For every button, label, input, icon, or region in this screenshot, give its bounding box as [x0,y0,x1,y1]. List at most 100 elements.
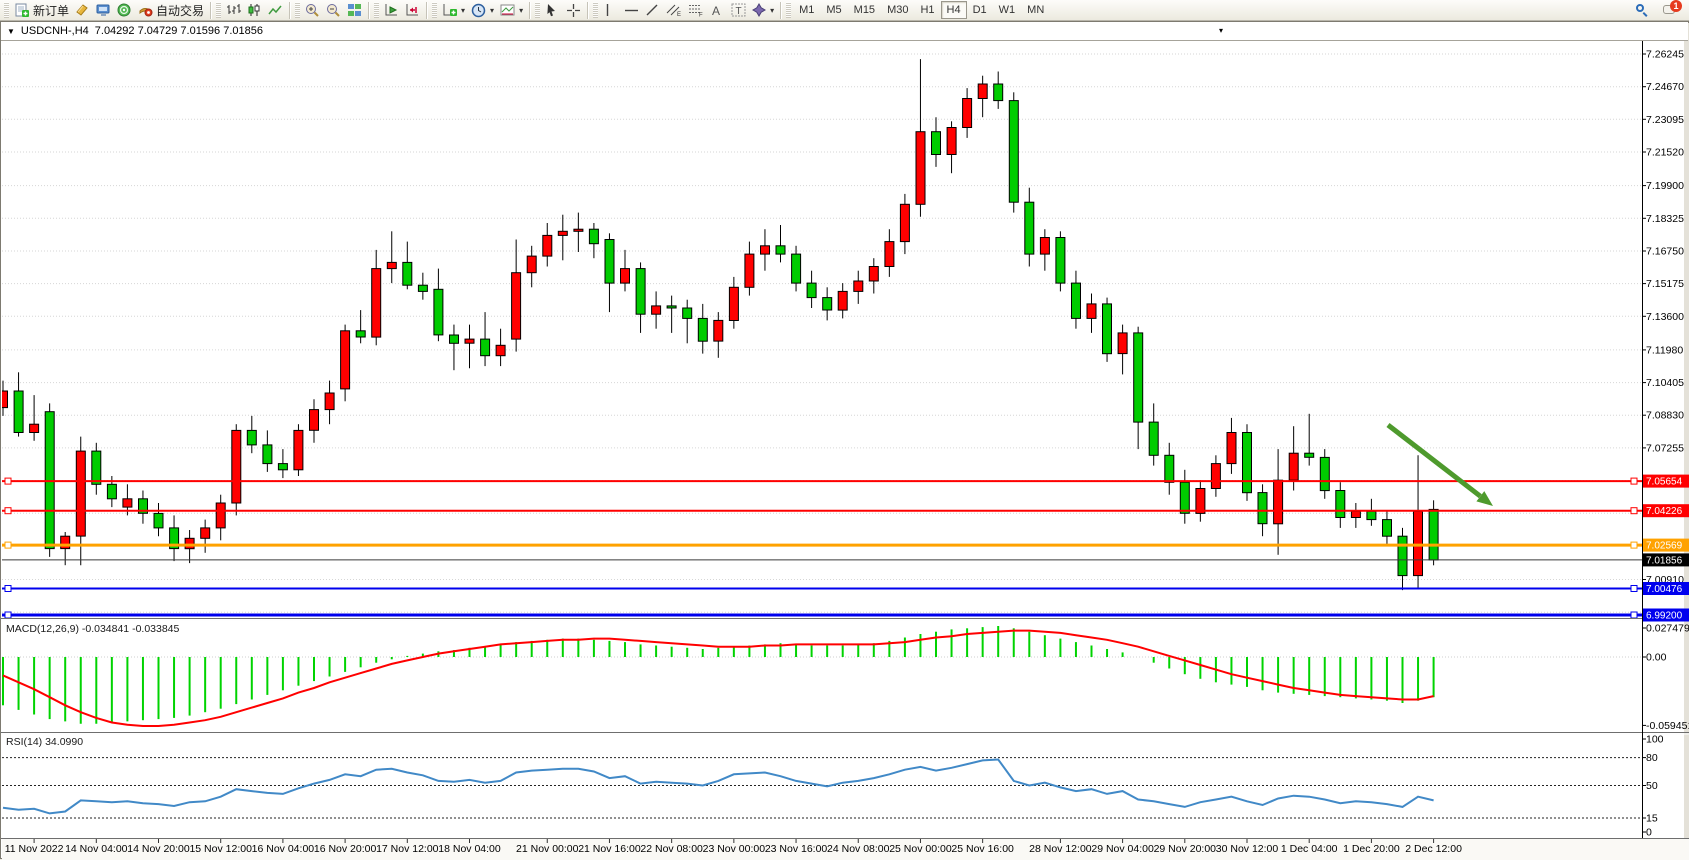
svg-text:18 Nov 04:00: 18 Nov 04:00 [438,843,501,855]
equidistant-channel-button[interactable]: E [663,1,685,20]
text-label-icon: T [731,3,746,17]
svg-text:7.02569: 7.02569 [1646,541,1683,552]
templates-icon [500,3,515,17]
price-chart-canvas[interactable]: 7.262457.246707.230957.215207.199007.183… [1,22,1689,860]
zoom-out-button[interactable] [323,1,344,20]
notifications-button[interactable]: 1 [1660,1,1681,20]
horizontal-line-button[interactable] [621,1,642,20]
svg-text:17 Nov 12:00: 17 Nov 12:00 [376,843,439,855]
trendline-button[interactable] [642,1,663,20]
price-badge-6.99200: 6.99200 [1643,609,1689,622]
svg-text:23 Nov 16:00: 23 Nov 16:00 [765,843,828,855]
price-badge-7.00476: 7.00476 [1643,582,1689,595]
svg-text:29 Nov 20:00: 29 Nov 20:00 [1154,843,1217,855]
chart-bars-button[interactable] [223,1,244,20]
arrows-icon [752,3,766,17]
svg-text:22 Nov 08:00: 22 Nov 08:00 [640,843,703,855]
toolbar-grip [432,2,437,18]
svg-text:7.11980: 7.11980 [1646,344,1683,356]
tile-windows-button[interactable] [344,1,365,20]
tile-windows-icon [347,3,362,17]
svg-text:29 Nov 04:00: 29 Nov 04:00 [1091,843,1154,855]
svg-text:15 Nov 12:00: 15 Nov 12:00 [189,843,252,855]
crosshair-button[interactable] [563,1,584,20]
price-badge-7.05654: 7.05654 [1643,475,1689,488]
svg-text:0.00: 0.00 [1646,652,1667,664]
svg-text:7.10405: 7.10405 [1646,377,1684,389]
timeframe-MN-button[interactable]: MN [1021,1,1050,19]
timeframe-H1-button[interactable]: H1 [914,1,940,19]
fibonacci-retracement-icon: F [688,3,704,17]
timeframe-M30-button[interactable]: M30 [881,1,914,19]
timeframe-W1-button[interactable]: W1 [993,1,1022,19]
vertical-line-button[interactable] [600,1,621,20]
auto-trading-icon [138,3,153,17]
svg-text:6.99200: 6.99200 [1646,611,1683,622]
svg-text:7.13600: 7.13600 [1646,311,1684,323]
svg-text:7.16750: 7.16750 [1646,246,1684,258]
dropdown-arrow-icon[interactable]: ▾ [461,6,465,15]
toolbar-grip [593,2,598,18]
rsi-indicator-label: RSI(14) 34.0990 [6,736,83,748]
svg-text:7.01856: 7.01856 [1646,555,1683,566]
main-toolbar: 新订单 自动交易 ▾ ▾ ▾ EFA T ▾ M1M5M15M30H1H4D1W1MN 1 [0,0,1689,21]
svg-text:24 Nov 08:00: 24 Nov 08:00 [827,843,890,855]
chart-candles-button[interactable] [244,1,265,20]
new-order-icon [14,3,30,18]
fibonacci-retracement-button[interactable]: F [685,1,707,20]
timeframe-D1-button[interactable]: D1 [967,1,993,19]
svg-text:0: 0 [1646,827,1652,839]
metaeditor-button[interactable] [93,1,114,20]
svg-text:7.18325: 7.18325 [1646,213,1684,225]
timeframe-M1-button[interactable]: M1 [793,1,820,19]
chart-line-button[interactable] [265,1,286,20]
arrows-button[interactable]: ▾ [749,1,777,20]
chart-window[interactable]: ▼ USDCNH-,H4 7.04292 7.04729 7.01596 7.0… [0,21,1689,859]
text-button[interactable]: A [707,1,728,20]
chart-line-icon [268,3,283,17]
svg-text:T: T [736,6,742,17]
data-window-button[interactable] [114,1,135,20]
indicators-list-icon [442,3,457,17]
time-axis[interactable]: 11 Nov 202214 Nov 04:0014 Nov 20:0015 No… [2,839,1689,860]
symbol-dropdown-icon[interactable]: ▼ [7,27,15,36]
text-label-button[interactable]: T [728,1,749,20]
equidistant-channel-icon: E [666,3,682,17]
toolbar-separator [426,2,427,19]
auto-scroll-button[interactable] [381,1,402,20]
svg-text:2 Dec 12:00: 2 Dec 12:00 [1405,843,1462,855]
svg-text:16 Nov 20:00: 16 Nov 20:00 [314,843,377,855]
timeframe-H4-button[interactable]: H4 [941,1,967,19]
market-watch-button[interactable] [72,1,93,20]
zoom-in-button[interactable] [302,1,323,20]
chart-bars-icon [226,3,241,17]
timeframe-M5-button[interactable]: M5 [820,1,847,19]
svg-text:A: A [712,4,720,17]
dropdown-arrow-icon[interactable]: ▾ [519,6,523,15]
toolbar-separator [289,2,290,19]
search-button[interactable] [1633,1,1654,20]
svg-text:7.05654: 7.05654 [1646,477,1683,488]
svg-text:7.00476: 7.00476 [1646,584,1683,595]
notification-badge: 1 [1670,0,1682,12]
bid-price-badge: 7.01856 [1643,553,1689,566]
dropdown-arrow-icon[interactable]: ▾ [490,6,494,15]
auto-trading-button[interactable]: 自动交易 [135,1,207,20]
new-order-button[interactable]: 新订单 [11,1,72,20]
cursor-button[interactable] [542,1,563,20]
toolbar-grip [786,2,791,18]
svg-text:80: 80 [1646,752,1658,764]
svg-text:16 Nov 04:00: 16 Nov 04:00 [252,843,315,855]
toolbar-separator [529,2,530,19]
svg-text:11 Nov 2022: 11 Nov 2022 [5,843,64,855]
templates-button[interactable]: ▾ [497,1,526,20]
periods-button[interactable]: ▾ [468,1,497,20]
horizontal-line-icon [624,6,639,15]
chart-shift-button[interactable] [402,1,423,20]
toolbar-grip [216,2,221,18]
timeframe-M15-button[interactable]: M15 [848,1,881,19]
svg-text:21 Nov 16:00: 21 Nov 16:00 [578,843,641,855]
svg-text:100: 100 [1646,734,1664,746]
dropdown-arrow-icon[interactable]: ▾ [770,6,774,15]
indicators-list-button[interactable]: ▾ [439,1,468,20]
